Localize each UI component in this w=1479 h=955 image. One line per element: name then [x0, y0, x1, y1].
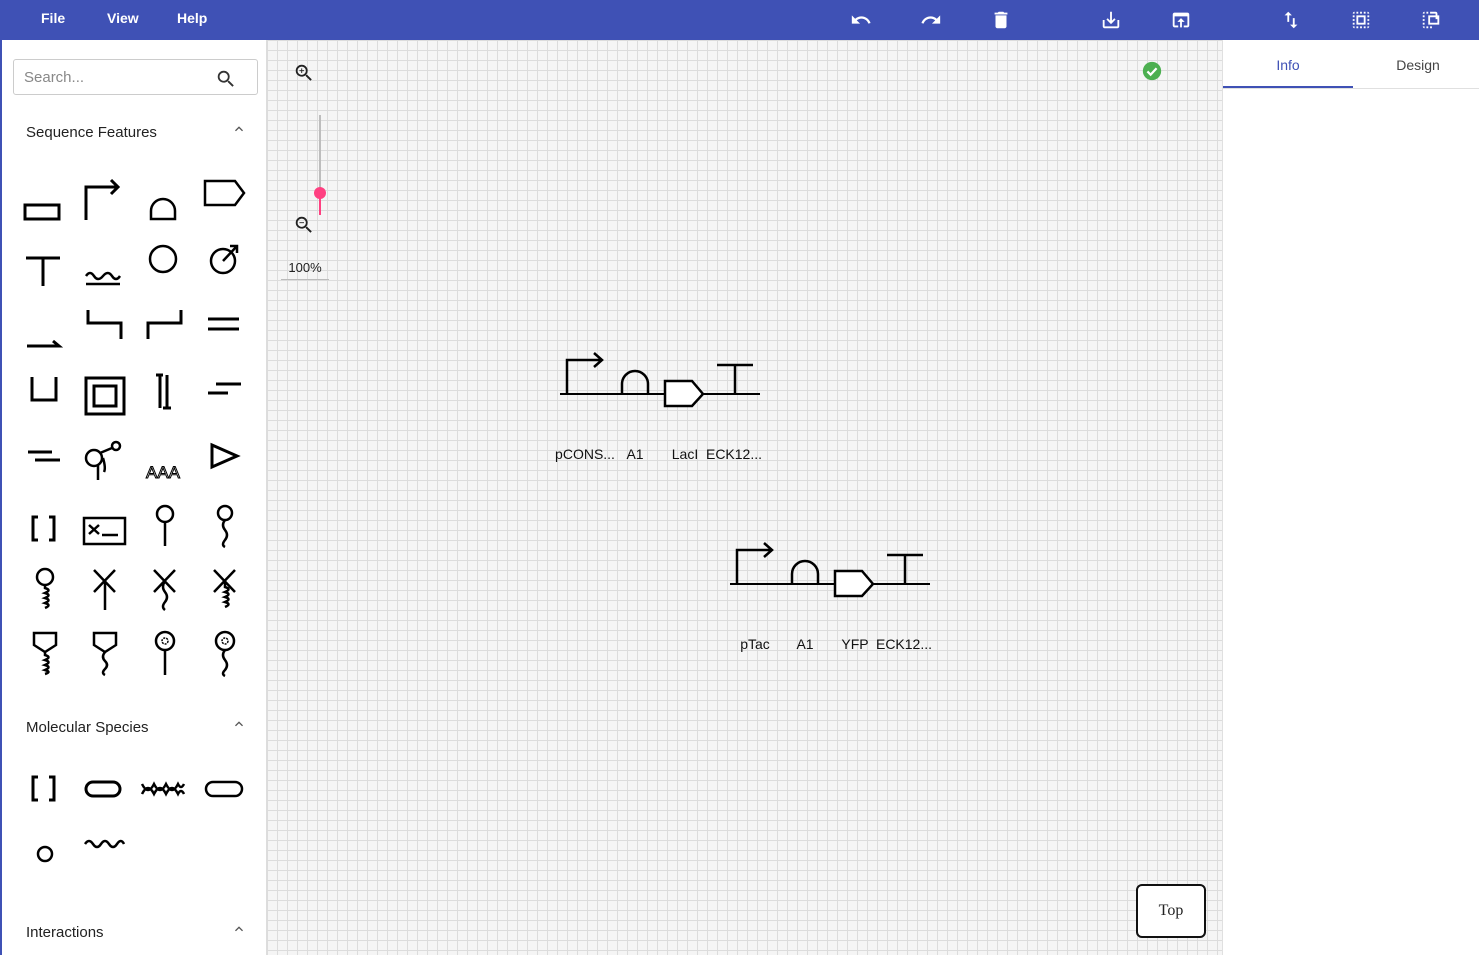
redo-icon [921, 15, 941, 24]
glyph-terminator-arrow[interactable] [198, 175, 248, 225]
glyph-location-rna[interactable] [18, 565, 68, 615]
glyph-operator-wavy[interactable] [78, 246, 128, 296]
upload-icon [1172, 12, 1190, 28]
rbs-glyph [620, 369, 650, 393]
tabs-divider [1223, 88, 1479, 89]
section-interactions-title[interactable]: Interactions [26, 924, 104, 941]
glyph-aptamer[interactable] [78, 438, 128, 488]
glyph-terminator[interactable] [18, 246, 68, 296]
glyph-origin-of-transfer[interactable] [198, 236, 248, 286]
glyph-primer-binding-site[interactable] [198, 438, 248, 488]
delete-icon [994, 11, 1008, 29]
glyph-macromolecule[interactable] [138, 764, 188, 814]
glyph-non-coding-rna[interactable] [138, 630, 188, 680]
delete-button[interactable] [987, 6, 1015, 34]
zoom-slider[interactable] [314, 115, 326, 215]
glyph-composite[interactable] [78, 505, 128, 555]
sidebar: Sequence Features AAA [0, 40, 267, 955]
active-tab-indicator [1223, 86, 1353, 88]
zoom-out-icon[interactable] [293, 214, 315, 236]
glyph-sticky-end-3[interactable] [138, 305, 188, 355]
redo-button[interactable] [917, 6, 945, 34]
construct-2[interactable]: pTac A1 YFP ECK12... [727, 538, 937, 658]
glyph-cds[interactable] [18, 183, 68, 233]
chevron-up-icon[interactable] [231, 921, 247, 937]
zoom-slider-thumb[interactable] [314, 187, 326, 199]
glyph-cleavage-dna[interactable] [138, 565, 188, 615]
glyph-assembly-scar[interactable] [18, 372, 68, 422]
glyph-small-molecule[interactable] [18, 828, 68, 878]
glyph-stem-top-rna[interactable] [78, 630, 128, 680]
upload-button[interactable] [1167, 6, 1195, 34]
cds-glyph [833, 569, 875, 598]
construct-2-glyphs [730, 542, 930, 598]
section-molecular-species-title[interactable]: Molecular Species [26, 719, 149, 736]
glyph-chromosomal-locus[interactable] [78, 372, 128, 422]
glyph-circle[interactable] [138, 236, 188, 286]
swap-vertical-button[interactable] [1277, 6, 1305, 34]
copy-selection-icon [1422, 11, 1440, 29]
glyph-sticky-end-5[interactable] [78, 305, 128, 355]
construct-1-glyphs [560, 352, 760, 408]
section-sequence-features-title[interactable]: Sequence Features [26, 124, 157, 141]
tab-design[interactable]: Design [1353, 40, 1479, 88]
top-toolbar: File View Help [0, 0, 1479, 40]
menu-view[interactable]: View [107, 0, 139, 40]
glyph-bracket[interactable] [18, 505, 68, 555]
glyph-location-dna[interactable] [198, 502, 248, 552]
select-region-icon [1352, 11, 1370, 29]
glyph-cleavage-rna[interactable] [198, 565, 248, 615]
glyph-location-protein[interactable] [78, 565, 128, 615]
rbs-glyph [790, 559, 820, 583]
zoom-in-icon[interactable] [293, 62, 315, 84]
glyph-complex[interactable] [18, 764, 68, 814]
copy-selection-button[interactable] [1417, 6, 1445, 34]
download-button[interactable] [1097, 6, 1125, 34]
cds-glyph [663, 379, 705, 408]
glyph-protein[interactable] [78, 764, 128, 814]
chevron-up-icon[interactable] [231, 121, 247, 137]
terminator-glyph [717, 363, 753, 394]
zoom-control: 100% [281, 58, 331, 284]
terminator-glyph [887, 553, 923, 584]
glyph-three-prime-overhang[interactable] [198, 372, 248, 422]
check-circle-icon [1142, 61, 1162, 81]
glyph-five-prime-overhang[interactable] [138, 372, 188, 422]
svg-text:AAA: AAA [146, 463, 181, 482]
glyph-blunt-restriction-site[interactable] [198, 305, 248, 355]
search-icon[interactable] [215, 68, 237, 90]
glyph-polyA[interactable]: AAA [138, 438, 188, 488]
promoter-glyph [565, 352, 604, 394]
top-button[interactable]: Top [1136, 884, 1206, 938]
construct-1[interactable]: pCONS... A1 LacI ECK12... [555, 348, 769, 468]
menu-help[interactable]: Help [177, 0, 207, 40]
chevron-up-icon[interactable] [231, 716, 247, 732]
right-panel: Info Design [1222, 40, 1479, 955]
app: File View Help Search... Sequence Featur… [0, 0, 1479, 955]
design-canvas[interactable]: 100% pCONS... A1 LacI ECK12... pTac A1 Y… [267, 40, 1222, 955]
glyph-location-wavy[interactable] [198, 630, 248, 680]
glyph-rounded-rect[interactable] [198, 764, 248, 814]
undo-icon [851, 15, 871, 24]
select-region-button[interactable] [1347, 6, 1375, 34]
menu-file[interactable]: File [41, 0, 65, 40]
glyph-stem-top-dna[interactable] [18, 630, 68, 680]
search-box [13, 59, 258, 95]
glyph-signature[interactable] [18, 438, 68, 488]
swap-vertical-icon [1284, 11, 1298, 29]
glyph-ribosome-entry-site[interactable] [138, 185, 188, 235]
glyph-specific-recombination-site[interactable] [138, 502, 188, 552]
glyph-promoter[interactable] [78, 175, 128, 225]
download-icon [1102, 11, 1120, 29]
tab-info[interactable]: Info [1223, 40, 1353, 88]
glyph-insulator-arrow[interactable] [18, 310, 68, 360]
part-label[interactable]: ECK12... [869, 636, 939, 652]
search-input[interactable] [24, 66, 209, 88]
part-label[interactable]: ECK12... [699, 446, 769, 462]
undo-button[interactable] [847, 6, 875, 34]
zoom-level: 100% [281, 260, 329, 280]
promoter-glyph [735, 542, 774, 584]
glyph-dna-strand[interactable] [78, 828, 128, 878]
